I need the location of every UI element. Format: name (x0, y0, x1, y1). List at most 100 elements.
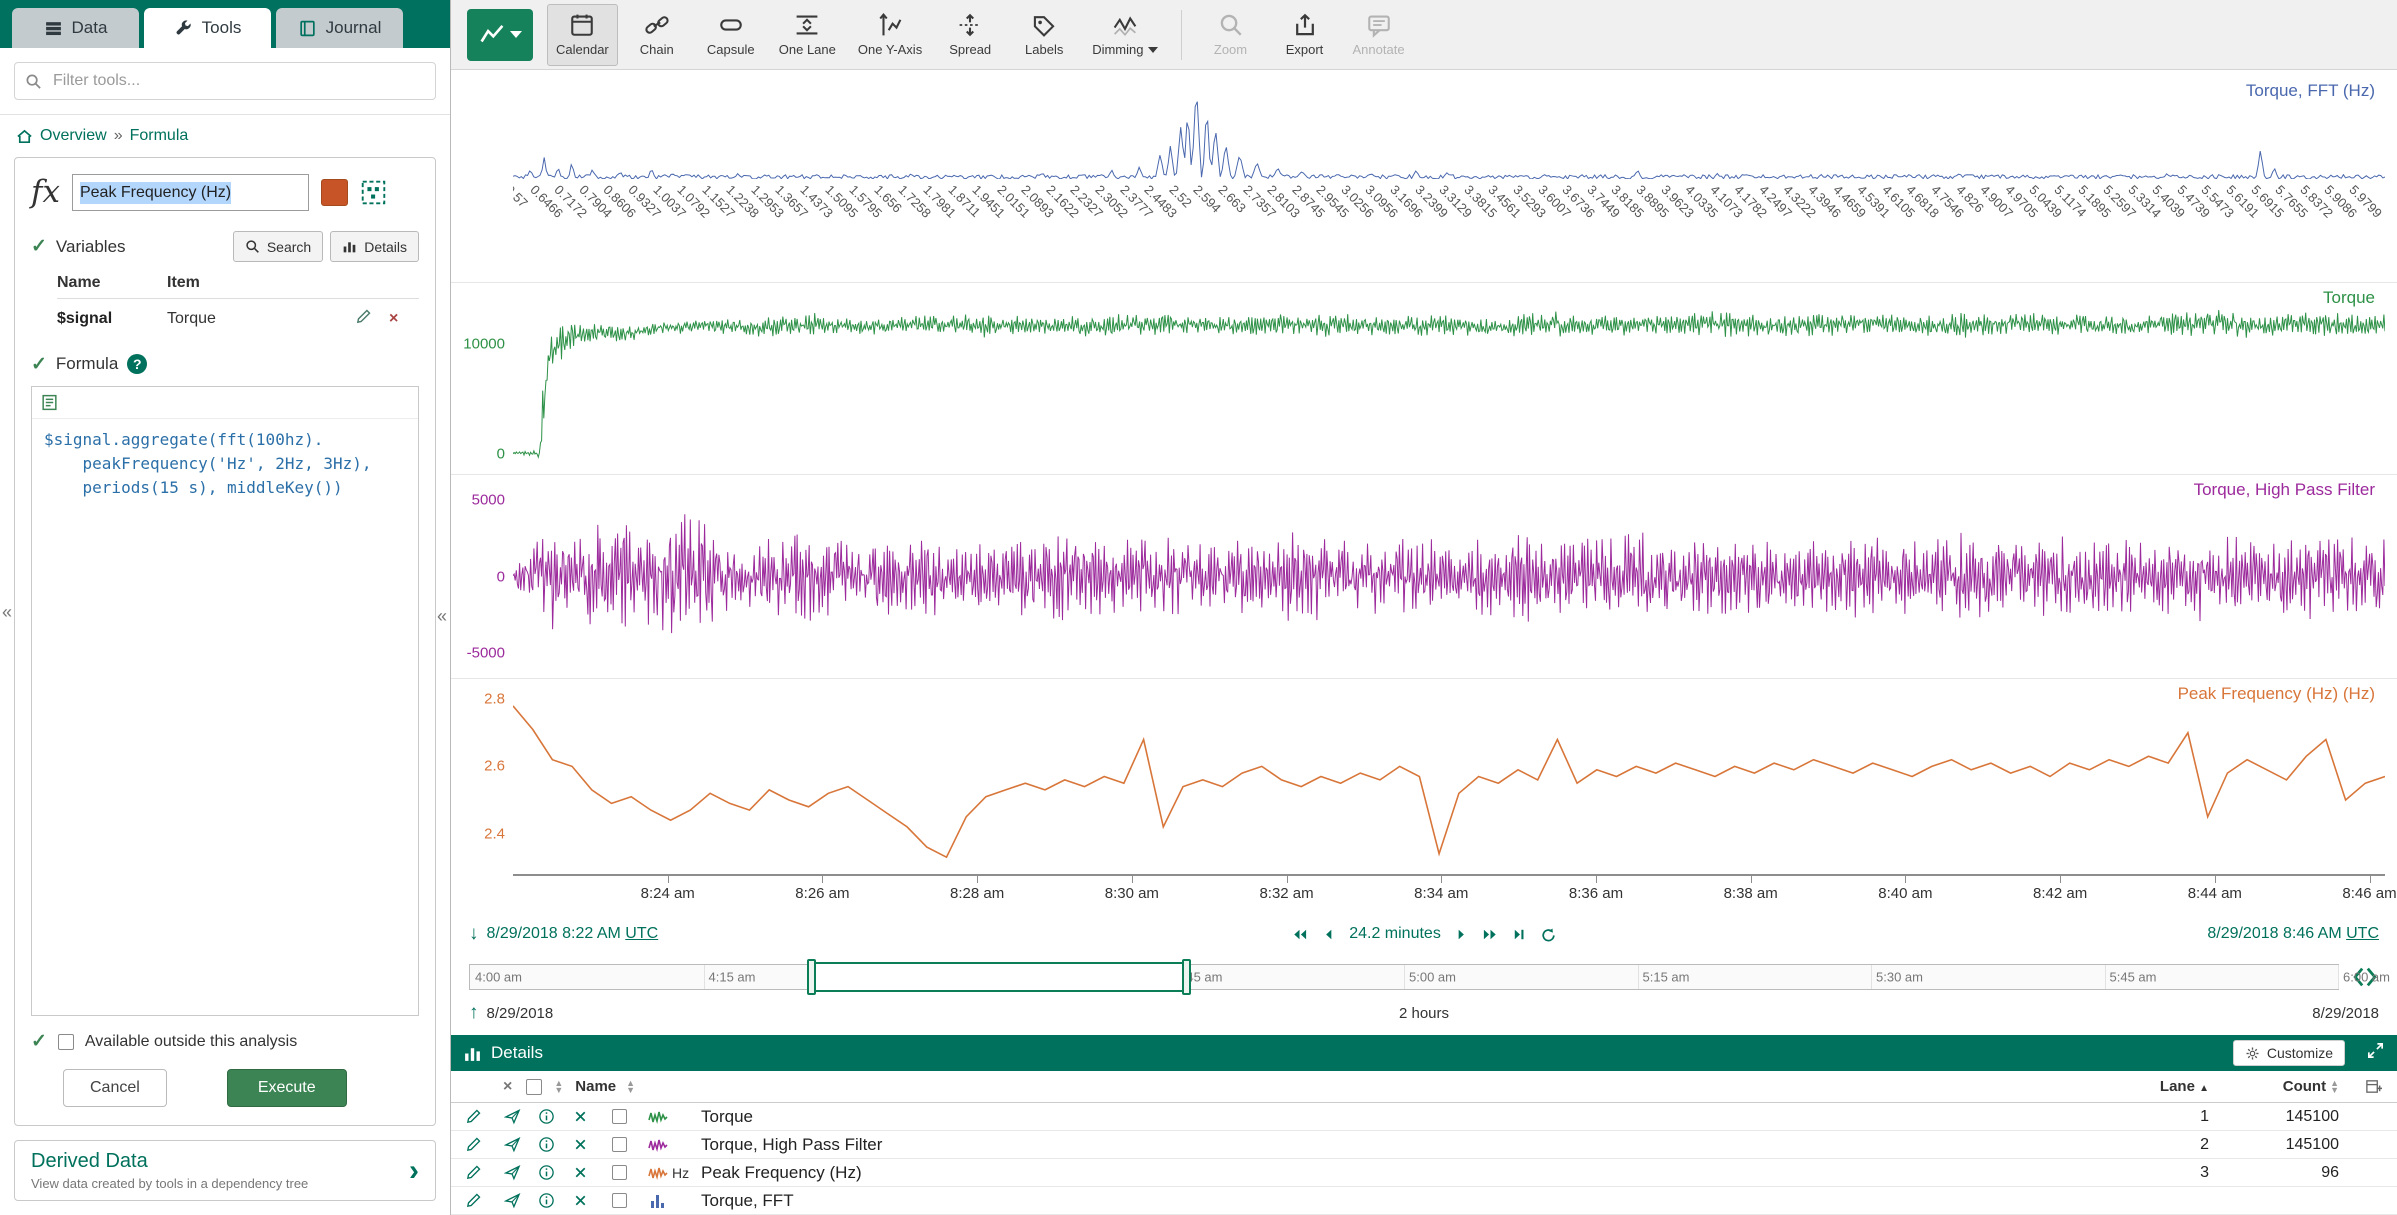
toolbar-capsule-button[interactable]: Capsule (696, 4, 766, 66)
step-forward-full-icon[interactable] (1482, 926, 1499, 943)
series-name[interactable]: Peak Frequency (Hz) (701, 1163, 2119, 1183)
toolbar-spread-button[interactable]: Spread (935, 4, 1005, 66)
toolbar-one-lane-button[interactable]: One Lane (770, 4, 845, 66)
y-axis-gutter[interactable]: 2.82.62.4 (451, 679, 513, 874)
lane-label-high-pass[interactable]: Torque, High Pass Filter (2194, 480, 2375, 500)
jump-up-icon[interactable]: ↑ (469, 1002, 479, 1024)
step-forward-icon[interactable] (1453, 926, 1470, 943)
lane-label-torque-fft[interactable]: Torque, FFT (Hz) (2246, 81, 2375, 101)
info-icon[interactable] (529, 1108, 563, 1125)
timeline-track[interactable]: 4:00 am4:15 am4:30 am4:45 am5:00 am5:15 … (469, 964, 2339, 990)
step-back-icon[interactable] (1320, 926, 1337, 943)
toolbar-dimming-button[interactable]: Dimming (1083, 4, 1166, 66)
formula-help-icon[interactable]: ? (127, 354, 147, 374)
available-checkbox[interactable] (58, 1034, 74, 1050)
y-axis-gutter[interactable]: 50000-5000 (451, 475, 513, 678)
sort-icon[interactable]: ▲▼ (626, 1080, 635, 1094)
toolbar-export-button[interactable]: Export (1270, 4, 1340, 66)
toolbar-labels-button[interactable]: Labels (1009, 4, 1079, 66)
row-checkbox[interactable] (612, 1193, 627, 1208)
info-icon[interactable] (529, 1136, 563, 1153)
timeline-handle-right[interactable] (1182, 959, 1191, 995)
toolbar-zoom-button[interactable]: Zoom (1196, 4, 1266, 66)
details-variables-button[interactable]: Details (330, 231, 419, 262)
timeline-start-date[interactable]: 8/29/2018 (487, 1005, 554, 1022)
tab-tools[interactable]: Tools (144, 8, 271, 48)
column-header-lane[interactable]: Lane ▲ (2119, 1078, 2219, 1095)
timeline-range-label[interactable]: 2 hours (1399, 1005, 1449, 1022)
home-icon[interactable] (16, 128, 33, 145)
edit-variable-icon[interactable] (355, 308, 389, 330)
tab-journal[interactable]: Journal (276, 8, 403, 48)
collapse-sidebar-icon[interactable]: « (437, 606, 447, 627)
add-column-icon[interactable] (2349, 1078, 2397, 1095)
snippets-icon[interactable] (40, 393, 59, 412)
send-icon[interactable] (495, 1108, 529, 1125)
high-pass-plot[interactable] (513, 475, 2385, 678)
select-all-checkbox[interactable] (526, 1079, 542, 1095)
column-header-count[interactable]: Count▲▼ (2219, 1078, 2349, 1095)
toolbar-chain-button[interactable]: Chain (622, 4, 692, 66)
series-name[interactable]: Torque, High Pass Filter (701, 1135, 2119, 1155)
info-icon[interactable] (529, 1164, 563, 1181)
derived-data-panel[interactable]: Derived Data View data created by tools … (14, 1140, 436, 1201)
remove-icon[interactable] (563, 1164, 597, 1181)
row-checkbox[interactable] (612, 1165, 627, 1180)
search-variables-button[interactable]: Search (233, 231, 323, 262)
remove-icon[interactable] (563, 1192, 597, 1209)
tab-data[interactable]: Data (12, 8, 139, 48)
edit-icon[interactable] (451, 1108, 495, 1125)
step-back-full-icon[interactable] (1291, 926, 1308, 943)
display-range-end[interactable]: 8/29/2018 8:46 AM UTC (2207, 925, 2379, 943)
send-icon[interactable] (495, 1164, 529, 1181)
edit-icon[interactable] (451, 1164, 495, 1181)
chevron-right-icon[interactable]: › (409, 1156, 419, 1186)
peak-frequency-plot[interactable] (513, 679, 2385, 874)
toolbar-calendar-button[interactable]: Calendar (547, 4, 618, 66)
view-mode-dropdown[interactable] (467, 9, 533, 61)
refresh-icon[interactable] (1540, 926, 1557, 943)
edit-icon[interactable] (451, 1192, 495, 1209)
toolbar-one-y-axis-button[interactable]: One Y-Axis (849, 4, 931, 66)
edit-icon[interactable] (451, 1136, 495, 1153)
y-axis-gutter[interactable]: 100000 (451, 283, 513, 474)
timeline-handle-left[interactable] (807, 959, 816, 995)
cancel-button[interactable]: Cancel (63, 1069, 167, 1107)
breadcrumb-overview[interactable]: Overview (40, 127, 107, 145)
time-axis[interactable]: 8:24 am8:26 am8:28 am8:30 am8:32 am8:34 … (513, 874, 2385, 912)
fft-plot[interactable] (513, 76, 2385, 179)
lane-label-peak-frequency[interactable]: Peak Frequency (Hz) (Hz) (2178, 684, 2375, 704)
tool-name-input[interactable]: Peak Frequency (Hz) (72, 174, 309, 211)
remove-all-icon[interactable]: × (503, 1078, 512, 1096)
lane-label-torque[interactable]: Torque (2323, 288, 2375, 308)
row-checkbox[interactable] (612, 1109, 627, 1124)
send-icon[interactable] (495, 1136, 529, 1153)
timeline-selection[interactable] (812, 962, 1186, 992)
info-icon[interactable] (529, 1192, 563, 1209)
toolbar-annotate-button[interactable]: Annotate (1344, 4, 1414, 66)
series-name[interactable]: Torque, FFT (701, 1191, 2119, 1211)
remove-variable-icon[interactable]: × (389, 310, 419, 328)
filter-tools-input[interactable] (51, 71, 425, 91)
jump-start-icon[interactable]: ↓ (469, 923, 479, 945)
customize-button[interactable]: Customize (2233, 1040, 2345, 1066)
execute-button[interactable]: Execute (227, 1069, 347, 1107)
send-icon[interactable] (495, 1192, 529, 1209)
timeline-end-date[interactable]: 8/29/2018 (2312, 1005, 2379, 1022)
display-range-start[interactable]: 8/29/2018 8:22 AM UTC (487, 925, 659, 943)
item-picker-icon[interactable] (360, 179, 387, 206)
series-name[interactable]: Torque (701, 1107, 2119, 1127)
remove-icon[interactable] (563, 1136, 597, 1153)
remove-icon[interactable] (563, 1108, 597, 1125)
color-swatch[interactable] (321, 179, 348, 206)
variable-item[interactable]: Torque (167, 310, 355, 328)
formula-editor[interactable]: $signal.aggregate(fft(100hz). peakFreque… (31, 386, 419, 1016)
torque-plot[interactable] (513, 283, 2385, 474)
column-header-name[interactable]: Name (575, 1078, 616, 1095)
step-to-end-icon[interactable] (1511, 926, 1528, 943)
sort-icon[interactable]: ▲▼ (554, 1080, 563, 1094)
duration-label[interactable]: 24.2 minutes (1349, 925, 1441, 943)
row-checkbox[interactable] (612, 1137, 627, 1152)
collap se-edge-icon[interactable]: « (2, 602, 12, 623)
formula-code[interactable]: $signal.aggregate(fft(100hz). peakFreque… (32, 419, 418, 509)
